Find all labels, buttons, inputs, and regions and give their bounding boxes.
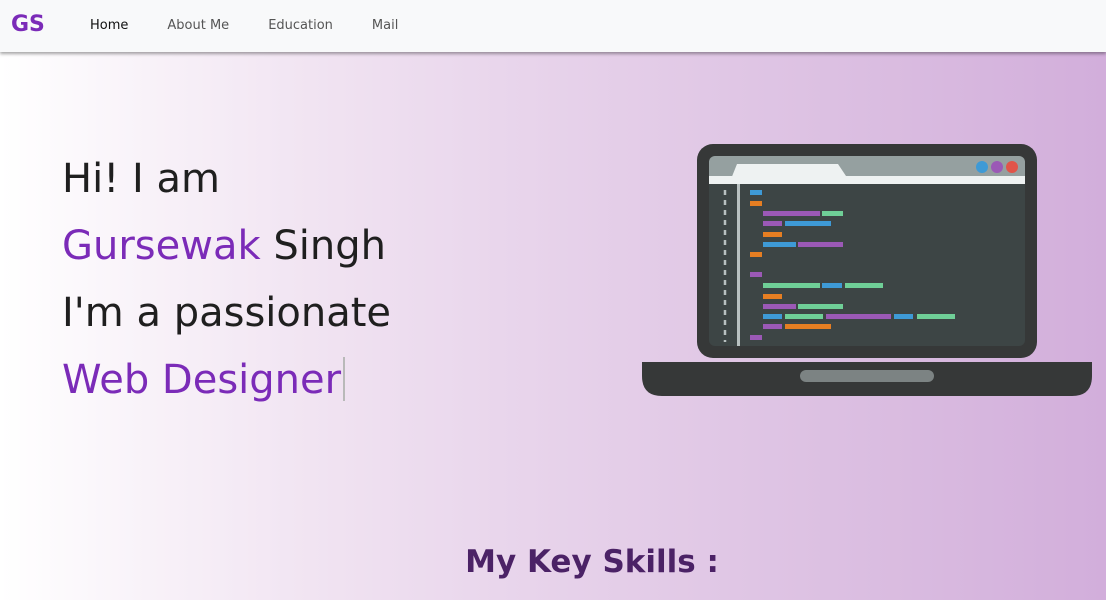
- hero-greeting: Hi! I am: [62, 156, 220, 202]
- hero-first-name: Gursewak: [62, 223, 261, 269]
- laptop-code-icon: [642, 144, 1092, 396]
- hero-role-line: Web Designer: [62, 347, 391, 414]
- navbar: GS Home About Me Education Mail: [0, 0, 1106, 52]
- nav-link-mail[interactable]: Mail: [372, 18, 398, 33]
- nav-link-about-me[interactable]: About Me: [167, 18, 229, 33]
- hero-intro: Hi! I am Gursewak Singh I'm a passionate…: [62, 146, 391, 414]
- nav-links: Home About Me Education Mail: [90, 18, 437, 33]
- typing-cursor: [343, 357, 346, 401]
- hero-last-name: Singh: [273, 223, 386, 269]
- hero-name: Gursewak Singh: [62, 213, 391, 280]
- hero-tagline: I'm a passionate: [62, 290, 392, 336]
- nav-link-education[interactable]: Education: [268, 18, 333, 33]
- hero-role: Web Designer: [62, 357, 342, 403]
- nav-link-home[interactable]: Home: [90, 18, 128, 33]
- brand-logo[interactable]: GS: [11, 12, 45, 37]
- skills-heading: My Key Skills :: [465, 543, 719, 580]
